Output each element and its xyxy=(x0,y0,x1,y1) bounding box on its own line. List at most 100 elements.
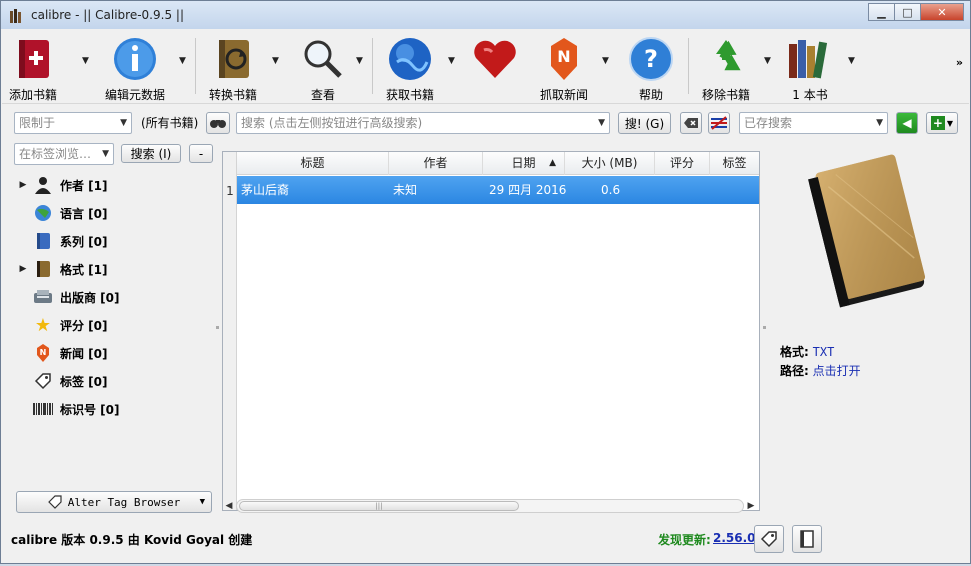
convert-book-icon xyxy=(208,34,258,84)
view-button[interactable]: 查看 xyxy=(298,34,348,103)
expand-arrow-icon[interactable]: ▶ xyxy=(14,264,32,274)
get-books-button[interactable]: 获取书籍 xyxy=(385,34,435,103)
cell-author: 未知 xyxy=(393,183,418,197)
status-bar: calibre 版本 0.9.5 由 Kovid Goyal 创建 发现更新: … xyxy=(2,525,970,563)
toolbar-overflow-button[interactable]: » xyxy=(956,56,963,69)
calibre-app-icon xyxy=(9,7,25,23)
book-list-header: 标题 作者 日期 ▲ 大小 (MB) 评分 标签 xyxy=(237,152,759,175)
save-search-button[interactable]: ◀ xyxy=(896,112,918,134)
highlight-toggle-button[interactable] xyxy=(708,112,730,134)
tag-category-identifiers[interactable]: 标识号 [0] xyxy=(14,398,120,420)
close-button[interactable]: ✕ xyxy=(920,3,964,21)
barcode-icon xyxy=(32,399,54,419)
search-go-button[interactable]: 搜! (G) xyxy=(618,112,671,134)
add-books-dropdown[interactable]: ▼ xyxy=(82,56,89,66)
tag-browser-filter[interactable]: 在标签浏览… ▼ xyxy=(14,143,114,165)
help-button[interactable]: ? 帮助 xyxy=(626,34,676,103)
expand-arrow-icon[interactable]: ▶ xyxy=(14,180,32,190)
library-dropdown[interactable]: ▼ xyxy=(848,56,855,66)
book-list-hscrollbar[interactable]: ◀ ||| ▶ xyxy=(222,497,760,515)
saved-search-combo[interactable]: 已存搜索 ▼ xyxy=(739,112,888,134)
svg-text:?: ? xyxy=(644,45,658,73)
cell-date: 29 四月 2016 xyxy=(489,183,567,197)
book-format-icon xyxy=(32,259,54,279)
column-header-rating[interactable]: 评分 xyxy=(655,152,710,175)
series-icon xyxy=(32,231,54,251)
donate-button[interactable] xyxy=(470,34,520,86)
tag-category-formats[interactable]: ▶ 格式 [1] xyxy=(14,258,108,280)
heart-icon xyxy=(470,34,520,84)
maximize-button[interactable]: □ xyxy=(894,3,920,21)
add-books-button[interactable]: 添加书籍 xyxy=(8,34,58,103)
column-header-tags[interactable]: 标签 xyxy=(710,152,759,175)
left-splitter-handle[interactable] xyxy=(216,326,219,329)
title-bar: calibre - || Calibre-0.9.5 || ▁ □ ✕ xyxy=(1,1,970,29)
library-button[interactable]: 1 本书 xyxy=(785,34,835,103)
tag-icon xyxy=(47,495,62,509)
tag-category-tags[interactable]: 标签 [0] xyxy=(14,370,108,392)
edit-metadata-button[interactable]: 编辑元数据 xyxy=(105,34,165,103)
column-header-title[interactable]: 标题 xyxy=(237,152,389,175)
book-details-toggle-button[interactable] xyxy=(792,525,822,553)
add-book-icon xyxy=(8,34,58,84)
tag-icon xyxy=(760,531,777,548)
tag-browser-toggle-button[interactable] xyxy=(754,525,784,553)
help-icon: ? xyxy=(626,34,676,84)
book-cover-image[interactable] xyxy=(801,149,931,319)
minimize-button[interactable]: ▁ xyxy=(868,3,894,21)
globe-icon xyxy=(385,34,435,84)
sort-ascending-icon: ▲ xyxy=(549,158,556,168)
window-title: calibre - || Calibre-0.9.5 || xyxy=(31,8,184,22)
news-small-icon: N xyxy=(32,343,54,363)
alter-tag-browser-button[interactable]: Alter Tag Browser ▼ xyxy=(16,491,212,513)
library-books-icon xyxy=(785,34,835,84)
restrict-combo[interactable]: 限制于 ▼ xyxy=(14,112,132,134)
convert-books-dropdown[interactable]: ▼ xyxy=(272,56,279,66)
scrollbar-thumb[interactable]: ||| xyxy=(239,501,519,511)
advanced-search-button[interactable] xyxy=(206,112,230,134)
window-controls: ▁ □ ✕ xyxy=(868,3,964,21)
convert-books-button[interactable]: 转换书籍 xyxy=(208,34,258,103)
scroll-right-arrow-icon[interactable]: ▶ xyxy=(744,501,758,511)
column-header-author[interactable]: 作者 xyxy=(389,152,483,175)
tag-category-rating[interactable]: ★ 评分 [0] xyxy=(14,314,108,336)
fetch-news-button[interactable]: N 抓取新闻 xyxy=(539,34,589,103)
tag-category-publishers[interactable]: 出版商 [0] xyxy=(14,286,120,308)
fetch-news-dropdown[interactable]: ▼ xyxy=(602,56,609,66)
right-splitter-handle[interactable] xyxy=(763,326,766,329)
plus-icon: + xyxy=(930,116,945,130)
star-icon: ★ xyxy=(34,314,52,336)
column-header-date[interactable]: 日期 ▲ xyxy=(483,152,565,175)
clear-search-button[interactable] xyxy=(680,112,702,134)
version-status-text: calibre 版本 0.9.5 由 Kovid Goyal 创建 xyxy=(11,533,253,547)
tag-icon xyxy=(32,371,54,391)
book-details-icon xyxy=(800,530,814,548)
main-toolbar: 添加书籍 ▼ 编辑元数据 ▼ 转换书籍 ▼ 查看 ▼ 获取书籍 ▼ N 抓取新闻… xyxy=(2,30,969,104)
saved-search-menu-button[interactable]: + ▼ xyxy=(926,112,958,134)
tag-category-series[interactable]: 系列 [0] xyxy=(14,230,108,252)
arrow-left-icon: ◀ xyxy=(902,116,912,130)
search-input[interactable]: 搜索 (点击左侧按钮进行高级搜索) ▼ xyxy=(236,112,610,134)
tag-category-languages[interactable]: 语言 [0] xyxy=(14,202,108,224)
calibre-window: calibre - || Calibre-0.9.5 || ▁ □ ✕ 添加书籍… xyxy=(0,0,971,564)
format-label: 格式: xyxy=(780,345,809,359)
remove-books-dropdown[interactable]: ▼ xyxy=(764,56,771,66)
update-version-link[interactable]: 2.56.0 xyxy=(713,531,756,545)
format-value-link[interactable]: TXT xyxy=(813,345,835,359)
scroll-left-arrow-icon[interactable]: ◀ xyxy=(222,501,236,511)
view-dropdown[interactable]: ▼ xyxy=(356,56,363,66)
path-value-link[interactable]: 点击打开 xyxy=(813,364,861,378)
svg-text:N: N xyxy=(557,47,570,66)
edit-metadata-dropdown[interactable]: ▼ xyxy=(179,56,186,66)
tag-browser-collapse-button[interactable]: - xyxy=(189,144,213,163)
path-label: 路径: xyxy=(780,364,809,378)
tag-category-news[interactable]: N 新闻 [0] xyxy=(14,342,108,364)
clear-icon xyxy=(684,118,698,128)
table-row[interactable]: 茅山后裔 未知 29 四月 2016 0.6 xyxy=(237,176,759,204)
remove-books-button[interactable]: 移除书籍 xyxy=(701,34,751,103)
book-list-table: 标题 作者 日期 ▲ 大小 (MB) 评分 标签 1 茅山后裔 未知 29 四月… xyxy=(222,151,760,511)
tag-category-authors[interactable]: ▶ 作者 [1] xyxy=(14,174,108,196)
column-header-size[interactable]: 大小 (MB) xyxy=(565,152,655,175)
get-books-dropdown[interactable]: ▼ xyxy=(448,56,455,66)
tag-browser-find-button[interactable]: 搜索 (I) xyxy=(121,144,181,163)
